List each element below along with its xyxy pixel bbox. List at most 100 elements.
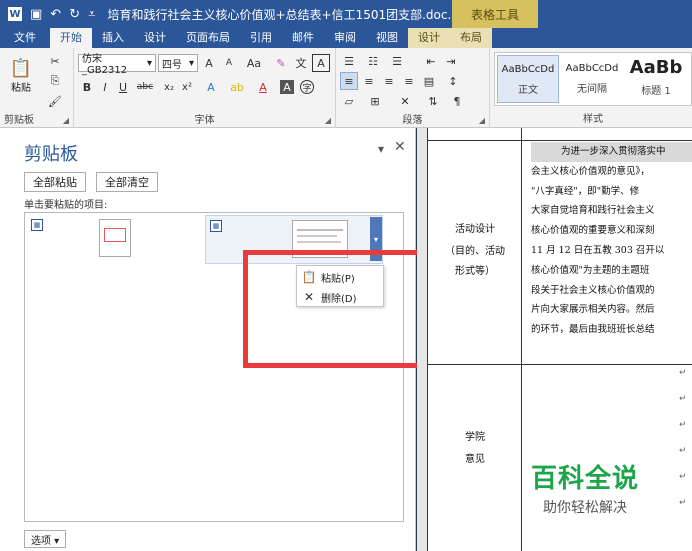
tab-insert[interactable]: 插入	[92, 28, 134, 48]
text-effects-icon[interactable]: A	[202, 78, 220, 96]
shading-icon[interactable]: ▱	[340, 92, 358, 110]
italic-icon[interactable]: I	[96, 78, 114, 96]
save-icon[interactable]: ▣	[30, 7, 42, 22]
font-launcher-icon[interactable]: ◢	[325, 116, 331, 125]
tab-mailings[interactable]: 邮件	[282, 28, 324, 48]
multilevel-list-icon[interactable]: ☰	[388, 52, 406, 70]
cut-icon[interactable]: ✂	[46, 52, 64, 70]
tab-page-layout[interactable]: 页面布局	[176, 28, 240, 48]
redo-icon[interactable]: ↻	[69, 7, 80, 22]
font-color-icon[interactable]: A	[254, 78, 272, 96]
underline-icon[interactable]: U	[114, 78, 132, 96]
numbering-icon[interactable]: ☷	[364, 52, 382, 70]
paragraph-launcher-icon[interactable]: ◢	[479, 116, 485, 125]
tab-table-layout[interactable]: 布局	[450, 28, 492, 48]
increase-indent-icon[interactable]: ⇥	[442, 52, 460, 70]
clear-formatting-icon[interactable]: ✎	[272, 54, 290, 72]
pane-hint: 单击要粘贴的项目:	[24, 200, 108, 211]
format-painter-icon[interactable]: 🖌	[46, 92, 64, 110]
paste-icon: 📋	[9, 58, 33, 79]
paste-all-button[interactable]: 全部粘贴	[24, 172, 86, 192]
style-no-spacing[interactable]: AaBbCcDd 无间隔	[561, 55, 623, 103]
text-line: 大家自觉培育和践行社会主义	[531, 205, 655, 217]
tab-review[interactable]: 审阅	[324, 28, 366, 48]
grow-font-icon[interactable]: A	[200, 54, 218, 72]
paste-button[interactable]: 📋 粘贴	[6, 54, 36, 98]
copy-icon[interactable]: ⎘	[46, 72, 64, 90]
paragraph-mark-icon: ↵	[679, 368, 687, 378]
superscript-icon[interactable]: x²	[178, 78, 196, 96]
tab-home[interactable]: 开始	[50, 28, 92, 48]
paragraph-mark-icon: ↵	[679, 420, 687, 430]
decrease-indent-icon[interactable]: ⇤	[422, 52, 440, 70]
tab-file[interactable]: 文件	[0, 28, 50, 48]
activity-design-label-3: 形式等）	[455, 266, 495, 277]
bold-icon[interactable]: B	[78, 78, 96, 96]
subscript-icon[interactable]: x₂	[160, 78, 178, 96]
font-group: 仿宋_GB2312 ▾ 四号 ▾ A A Aa ✎ 文 A B I U abc x₂…	[74, 48, 336, 128]
sort-icon[interactable]: ⇅	[424, 92, 442, 110]
table-border	[427, 364, 692, 365]
align-right-icon[interactable]: ≡	[380, 72, 398, 90]
strikethrough-icon[interactable]: abc	[136, 78, 154, 96]
watermark-logo: 百科全说 助你轻松解决	[530, 464, 639, 516]
tab-view[interactable]: 视图	[366, 28, 408, 48]
thumb-highlight	[104, 228, 126, 242]
tab-references[interactable]: 引用	[240, 28, 282, 48]
distributed-icon[interactable]: ▤	[420, 72, 438, 90]
style-heading-1[interactable]: AaBb 标题 1	[625, 55, 687, 103]
style-normal[interactable]: AaBbCcDd 正文	[497, 55, 559, 103]
tab-table-design[interactable]: 设计	[408, 28, 450, 48]
font-size-select[interactable]: 四号 ▾	[158, 54, 198, 72]
styles-group-label: 样式	[583, 114, 603, 125]
change-case-icon[interactable]: Aa	[242, 54, 266, 72]
clipboard-group: 📋 粘贴 ✂ ⎘ 🖌 剪贴板 ◢	[0, 48, 74, 128]
line-spacing-icon[interactable]: ↕	[444, 72, 462, 90]
customize-quick-access-icon[interactable]: ⩡	[88, 7, 95, 22]
pane-title: 剪贴板	[24, 144, 78, 165]
text-line: "八字真经"，即"勤学、修	[531, 185, 640, 197]
pane-menu-icon[interactable]: ▾	[378, 142, 384, 156]
text-line: 的环节，最后由我班班长总结	[531, 324, 655, 336]
options-button[interactable]: 选项 ▾	[24, 530, 67, 548]
undo-icon[interactable]: ↶	[50, 7, 61, 22]
activity-design-text[interactable]: 为进一步深入贯彻落实中 会主义核心价值观的意见》， "八字真经"，即"勤学、修 …	[531, 142, 692, 340]
text-line: 核心价值观的重要意义和深刻	[531, 225, 655, 237]
text-line: 会主义核心价值观的意见》，	[531, 165, 650, 177]
font-family-select[interactable]: 仿宋_GB2312 ▾	[78, 54, 156, 76]
char-shading-icon[interactable]: A	[280, 80, 294, 94]
ribbon-tabs: 文件 开始 插入 设计 页面布局 引用 邮件 审阅 视图 设计 布局	[0, 28, 692, 48]
clear-all-button[interactable]: 全部清空	[96, 172, 158, 192]
college-opinion-label-2: 意见	[465, 454, 485, 465]
activity-design-label-2: （目的、活动	[445, 246, 505, 257]
align-center-icon[interactable]: ≡	[360, 72, 378, 90]
thumb-line	[297, 229, 343, 231]
styles-gallery: AaBbCcDd 正文 AaBbCcDd 无间隔 AaBb 标题 1	[494, 52, 692, 106]
align-left-icon[interactable]: ≡	[340, 72, 358, 90]
clipboard-item-icon: ▦	[210, 220, 222, 232]
shrink-font-icon[interactable]: A	[220, 54, 238, 72]
borders-icon[interactable]: ⊞	[366, 92, 384, 110]
phonetic-guide-icon[interactable]: 文	[292, 54, 310, 72]
paragraph-group-label: 段落	[402, 115, 423, 126]
table-tools-context-title: 表格工具	[452, 0, 538, 28]
show-marks-icon[interactable]: ¶	[448, 92, 466, 110]
tab-design[interactable]: 设计	[134, 28, 176, 48]
bullets-icon[interactable]: ☰	[340, 52, 358, 70]
chinese-layout-icon[interactable]: ✕	[396, 92, 414, 110]
table-border	[427, 140, 692, 141]
clipboard-item-1[interactable]	[99, 219, 131, 257]
window-title: 培育和践行社会主义核心价值观+总结表+信工1501团支部.doc...	[107, 7, 459, 22]
paragraph-group: ☰ ☷ ☰ ⇤ ⇥ ≡ ≡ ≡ ≡ ▤ ↕ ▱ ⊞ ✕ ⇅ ¶ 段落 ◢	[336, 48, 490, 128]
clipboard-launcher-icon[interactable]: ◢	[63, 116, 69, 125]
title-bar: W ▣ ↶ ↻ ⩡ 培育和践行社会主义核心价值观+总结表+信工1501团支部.d…	[0, 0, 692, 28]
paragraph-mark-icon: ↵	[679, 446, 687, 456]
highlight-icon[interactable]: ab	[228, 78, 246, 96]
justify-icon[interactable]: ≡	[400, 72, 418, 90]
close-icon[interactable]: ✕	[394, 139, 406, 155]
ribbon: 📋 粘贴 ✂ ⎘ 🖌 剪贴板 ◢ 仿宋_GB2312 ▾ 四号 ▾ A A Aa ✎…	[0, 48, 692, 128]
table-border	[427, 128, 428, 551]
char-border-icon[interactable]: A	[312, 54, 330, 72]
paragraph-mark-icon: ↵	[679, 472, 687, 482]
enclose-char-icon[interactable]: 字	[300, 80, 314, 94]
